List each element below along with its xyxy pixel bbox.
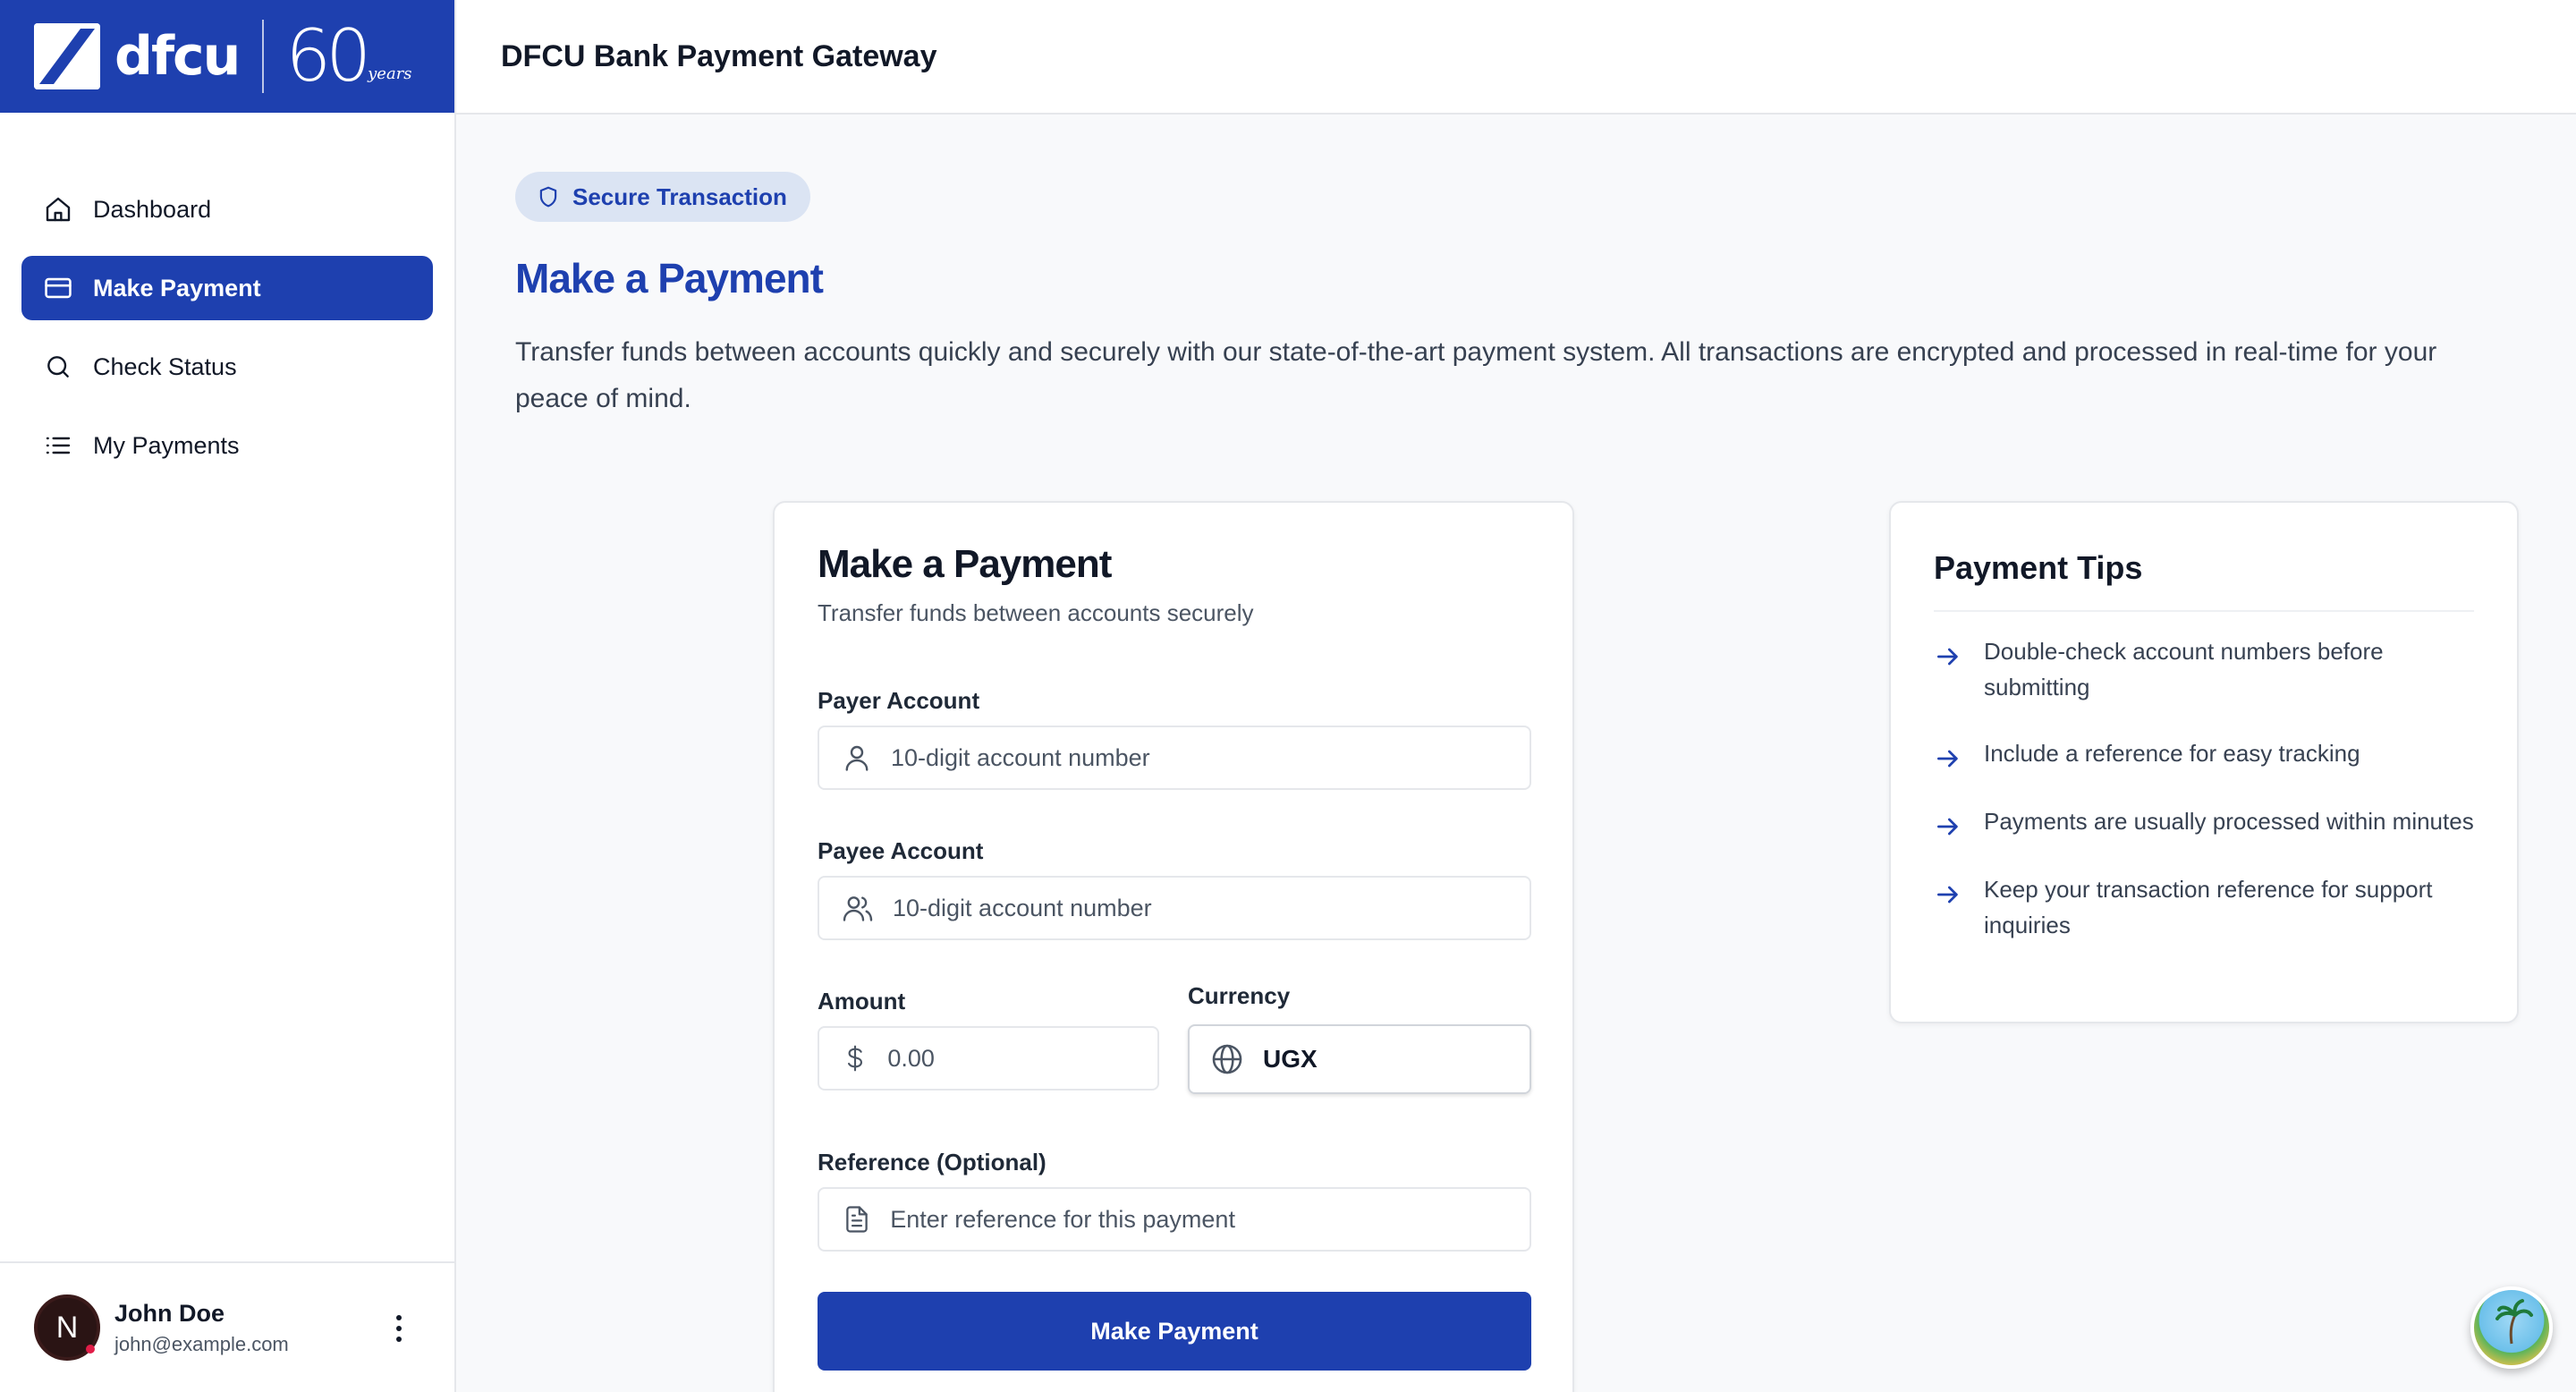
payee-account-field[interactable]: [818, 876, 1531, 940]
payee-account-group: Payee Account: [818, 837, 1531, 940]
list-icon: [43, 430, 73, 461]
user-info: John Doe john@example.com: [114, 1300, 289, 1356]
form-subtitle: Transfer funds between accounts securely: [818, 599, 1254, 626]
user-email: john@example.com: [114, 1332, 289, 1355]
payer-account-label: Payer Account: [818, 687, 980, 714]
arrow-right-icon: [1934, 744, 1962, 773]
users-icon: [841, 891, 875, 925]
list-item: Keep your transaction reference for supp…: [1934, 871, 2474, 943]
main-content: Secure Transaction Make a Payment Transf…: [515, 172, 2576, 422]
reference-input[interactable]: [890, 1205, 1530, 1234]
amount-field[interactable]: [818, 1026, 1159, 1091]
list-item: Include a reference for easy tracking: [1934, 735, 2474, 773]
arrow-right-icon: [1934, 812, 1962, 841]
form-title: Make a Payment: [818, 542, 1112, 586]
sidebar-item-label: My Payments: [93, 431, 240, 459]
sidebar-item-my-payments[interactable]: My Payments: [21, 413, 433, 478]
sidebar-item-make-payment[interactable]: Make Payment: [21, 256, 433, 320]
list-item: Payments are usually processed within mi…: [1934, 803, 2474, 841]
currency-value: UGX: [1263, 1045, 1318, 1073]
arrow-right-icon: [1934, 880, 1962, 909]
app-title: DFCU Bank Payment Gateway: [501, 38, 937, 73]
tips-list: Double-check account numbers before subm…: [1934, 633, 2474, 943]
more-vertical-icon[interactable]: [390, 1315, 408, 1342]
page-description: Transfer funds between accounts quickly …: [515, 337, 2437, 413]
anniversary-number: 60: [285, 14, 371, 98]
tip-text: Double-check account numbers before subm…: [1984, 638, 2384, 700]
search-icon: [43, 352, 73, 382]
sidebar-item-label: Make Payment: [93, 274, 261, 301]
brand-name: dfcu: [114, 25, 241, 88]
dfcu-logo-icon: [34, 23, 100, 89]
amount-group: Amount: [818, 988, 1159, 1091]
globe-icon: [1209, 1041, 1245, 1077]
tip-text: Payments are usually processed within mi…: [1984, 808, 2474, 835]
brand-header: dfcu 60 years: [0, 0, 454, 113]
badge-label: Secure Transaction: [572, 182, 787, 210]
user-icon: [841, 741, 873, 775]
document-icon: [841, 1202, 872, 1236]
payment-tips-card: Payment Tips Double-check account number…: [1889, 501, 2519, 1023]
credit-card-icon: [43, 273, 73, 303]
payer-account-input[interactable]: [891, 743, 1530, 772]
arrow-right-icon: [1934, 642, 1962, 671]
user-profile[interactable]: N John Doe john@example.com: [0, 1261, 454, 1392]
currency-label: Currency: [1188, 982, 1291, 1009]
sidebar-nav: Dashboard Make Payment Check Status My P…: [0, 113, 454, 478]
payee-account-input[interactable]: [893, 894, 1530, 922]
sidebar-item-label: Dashboard: [93, 195, 212, 223]
sidebar-item-check-status[interactable]: Check Status: [21, 335, 433, 399]
secure-transaction-badge: Secure Transaction: [515, 172, 810, 222]
avatar: N: [34, 1294, 100, 1361]
currency-group: Currency UGX: [1188, 982, 1531, 1094]
payer-account-group: Payer Account: [818, 687, 1531, 790]
user-name: John Doe: [114, 1299, 225, 1327]
list-item: Double-check account numbers before subm…: [1934, 633, 2474, 705]
home-icon: [43, 194, 73, 225]
sidebar-item-dashboard[interactable]: Dashboard: [21, 177, 433, 242]
sidebar-item-label: Check Status: [93, 352, 237, 380]
page-title: Make a Payment: [515, 255, 824, 301]
tip-text: Keep your transaction reference for supp…: [1984, 876, 2433, 938]
anniversary-text: years: [368, 64, 412, 83]
anniversary-logo: 60 years: [285, 21, 411, 92]
tip-text: Include a reference for easy tracking: [1984, 740, 2360, 767]
dollar-icon: [841, 1041, 869, 1075]
sidebar: dfcu 60 years Dashboard Make Payment Che…: [0, 0, 456, 1392]
make-payment-button[interactable]: Make Payment: [818, 1292, 1531, 1371]
brand-divider: [262, 20, 265, 93]
payment-form-card: Make a Payment Transfer funds between ac…: [773, 501, 1574, 1392]
reference-field[interactable]: [818, 1187, 1531, 1252]
currency-select[interactable]: UGX: [1188, 1024, 1531, 1094]
payer-account-field[interactable]: [818, 726, 1531, 790]
amount-input[interactable]: [887, 1044, 1157, 1073]
tips-title: Payment Tips: [1934, 549, 2474, 612]
shield-icon: [537, 185, 560, 208]
top-bar: DFCU Bank Payment Gateway: [456, 0, 2576, 115]
reference-group: Reference (Optional): [818, 1149, 1531, 1252]
reference-label: Reference (Optional): [818, 1149, 1046, 1176]
amount-label: Amount: [818, 988, 906, 1014]
floating-assistant-icon[interactable]: [2470, 1286, 2553, 1369]
payee-account-label: Payee Account: [818, 837, 984, 864]
